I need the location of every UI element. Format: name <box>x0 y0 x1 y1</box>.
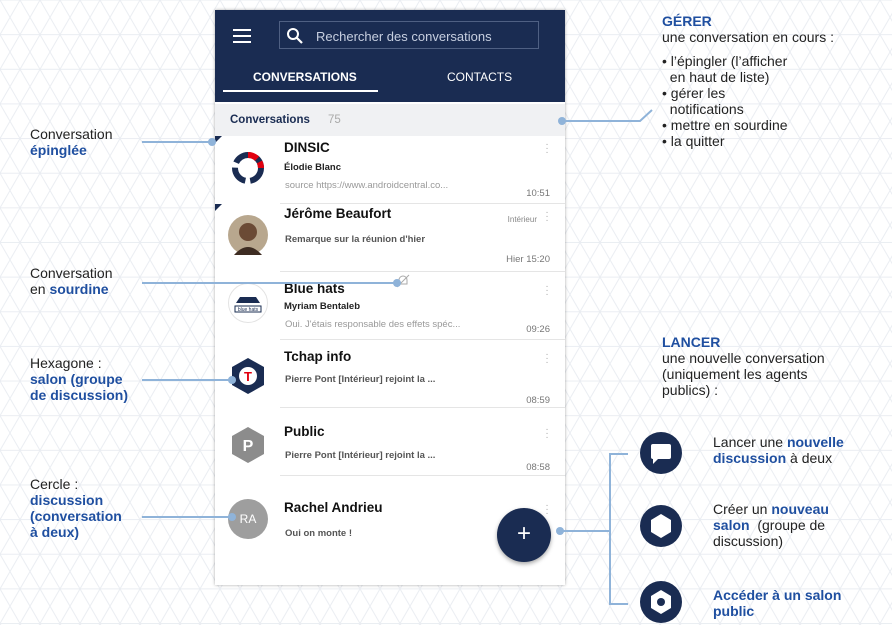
conversation-name: DINSIC <box>284 140 330 155</box>
more-options-icon[interactable]: · · · <box>545 350 549 368</box>
section-header[interactable]: Conversations 75 <box>215 104 565 136</box>
conversation-item-dinsic[interactable]: DINSIC · · · Élodie Blanc source https://w… <box>215 136 565 204</box>
conversation-name: Tchap info <box>284 349 352 364</box>
conversation-item-tchap-info[interactable]: T Tchap info · · · Pierre Pont [Intérieur]… <box>215 340 565 408</box>
conversation-item-jerome-beaufort[interactable]: Jérôme Beaufort Intérieur · · · Remarque s… <box>215 204 565 272</box>
dinsic-logo-icon <box>232 152 264 184</box>
section-title: Conversations <box>230 114 310 126</box>
more-options-icon[interactable]: · · · <box>545 208 549 226</box>
message-time: 08:59 <box>526 395 550 406</box>
annotation-muted: Conversation en sourdine <box>30 265 113 297</box>
message-preview: Pierre Pont [Intérieur] rejoint la ... <box>285 450 436 461</box>
tab-conversations[interactable]: CONVERSATIONS <box>253 70 357 84</box>
search-icon <box>287 28 303 44</box>
message-time: 09:26 <box>526 324 550 335</box>
new-conversation-fab[interactable]: + <box>497 508 551 562</box>
message-preview: Pierre Pont [Intérieur] rejoint la ... <box>285 374 436 385</box>
last-sender: Élodie Blanc <box>284 162 342 173</box>
message-time: 08:58 <box>526 462 550 473</box>
tab-contacts[interactable]: CONTACTS <box>447 70 512 84</box>
hexagon-icon <box>651 514 671 538</box>
blue-hats-logo-icon: blue hats <box>228 283 268 323</box>
annotation-pinned: Conversation épinglée <box>30 126 113 158</box>
hexagon-p-icon: P <box>232 427 264 463</box>
pinned-marker-icon <box>215 136 222 143</box>
message-preview: Oui. J'étais responsable des effets spéc… <box>285 319 461 330</box>
phone-screen: CONVERSATIONS CONTACTS Conversations 75 … <box>215 10 565 585</box>
new-room-button[interactable] <box>640 505 682 547</box>
person-photo-avatar <box>228 215 268 255</box>
chat-bubble-icon <box>651 444 671 464</box>
annotation-public-room: Accéder à un salon public <box>713 587 842 619</box>
active-tab-indicator <box>223 90 378 92</box>
search-input[interactable] <box>314 25 533 47</box>
annotation-new-room: Créer un nouveau salon (groupe de discus… <box>713 501 829 549</box>
hamburger-menu-icon[interactable] <box>233 29 251 43</box>
hexagon-ring-icon <box>651 590 671 614</box>
message-preview: Remarque sur la réunion d'hier <box>285 234 426 245</box>
pinned-marker-icon <box>215 204 222 211</box>
annotation-circle: Cercle : discussion (conversation à deux… <box>30 476 122 540</box>
hexagon-t-icon: T <box>232 358 264 394</box>
more-options-icon[interactable]: · · · <box>545 140 549 158</box>
more-options-icon[interactable]: · · · <box>545 425 549 443</box>
more-options-icon[interactable]: · · · <box>545 282 549 300</box>
circle-initials-avatar: RA <box>228 499 268 539</box>
annotation-hexagon: Hexagone : salon (groupe de discussion) <box>30 355 129 403</box>
new-discussion-button[interactable] <box>640 432 682 474</box>
message-time: 10:51 <box>526 188 550 199</box>
public-room-button[interactable] <box>640 581 682 623</box>
message-preview: source https://www.androidcentral.co... <box>285 180 449 191</box>
message-time: Hier 15:20 <box>506 254 550 265</box>
last-sender: Myriam Bentaleb <box>284 301 361 312</box>
search-bar[interactable] <box>279 21 539 49</box>
conversation-item-public[interactable]: P Public · · · Pierre Pont [Intérieur] rej… <box>215 408 565 476</box>
conversation-name: Blue hats <box>284 281 345 296</box>
message-preview: Oui on monte ! <box>285 528 353 539</box>
conversation-name: Jérôme Beaufort <box>284 206 392 221</box>
muted-bell-icon <box>396 274 410 288</box>
annotation-new-discussion: Lancer une nouvelle discussion à deux <box>713 434 844 466</box>
conversation-item-blue-hats[interactable]: blue hats Blue hats · · · Myriam Bentaleb … <box>215 272 565 340</box>
domain-tag: Intérieur <box>507 215 537 224</box>
annotation-launch: LANCER une nouvelle conversation (unique… <box>662 334 825 398</box>
annotation-manage: GÉRER une conversation en cours : • l’ép… <box>662 13 834 149</box>
svg-text:P: P <box>243 438 254 455</box>
conversation-name: Rachel Andrieu <box>284 500 383 515</box>
svg-text:blue hats: blue hats <box>238 307 259 313</box>
app-bar: CONVERSATIONS CONTACTS <box>215 10 565 102</box>
more-options-icon[interactable]: · · · <box>545 501 549 519</box>
section-count: 75 <box>328 114 341 126</box>
svg-text:T: T <box>244 369 252 384</box>
conversation-name: Public <box>284 424 325 439</box>
